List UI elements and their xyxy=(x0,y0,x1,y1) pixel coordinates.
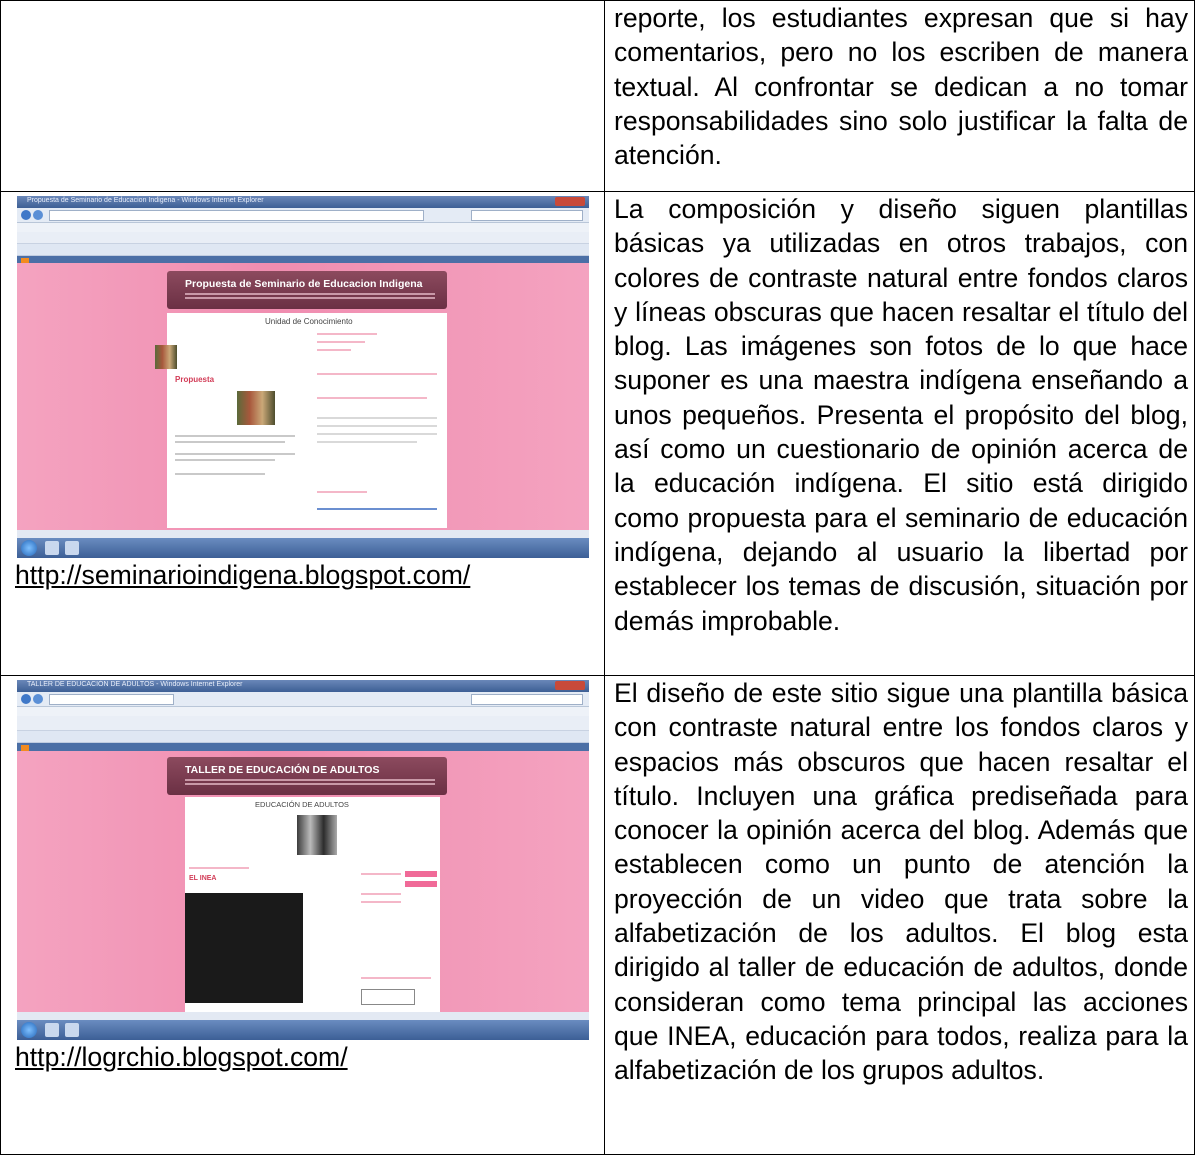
table-row: Propuesta de Seminario de Educacion Indi… xyxy=(0,191,1195,676)
blog-page: Propuesta de Seminario de Educacion Indi… xyxy=(17,263,589,530)
tab-bar xyxy=(17,244,589,256)
description-cell: reporte, los estudiantes expresan que si… xyxy=(604,0,1195,192)
poll-box xyxy=(361,989,415,1005)
status-bar xyxy=(17,530,589,538)
blog-content: Unidad de Conocimiento Propuesta xyxy=(167,313,447,528)
menu-bar xyxy=(17,223,589,232)
adults-photo xyxy=(297,815,337,855)
description-text: La composición y diseño siguen plantilla… xyxy=(614,194,1188,636)
window-title: Propuesta de Seminario de Educacion Indi… xyxy=(27,197,264,204)
taskbar-explorer-icon xyxy=(65,1023,79,1037)
window-controls-icon xyxy=(555,681,585,690)
screenshot-cell: Propuesta de Seminario de Educacion Indi… xyxy=(0,191,605,676)
empty-cell xyxy=(0,0,605,192)
forward-icon xyxy=(33,694,43,704)
back-icon xyxy=(21,694,31,704)
description-cell: La composición y diseño siguen plantilla… xyxy=(604,191,1195,676)
tab-bar xyxy=(17,731,589,743)
blog-url-link[interactable]: http://logrchio.blogspot.com/ xyxy=(1,1040,604,1074)
address-bar xyxy=(17,208,589,223)
description-text: El diseño de este sitio sigue una planti… xyxy=(614,678,1188,1086)
blog-screenshot: Propuesta de Seminario de Educacion Indi… xyxy=(17,196,589,558)
blog-header: TALLER DE EDUCACIÓN DE ADULTOS xyxy=(167,757,447,795)
taskbar-explorer-icon xyxy=(65,541,79,555)
search-box xyxy=(471,694,583,705)
back-icon xyxy=(21,210,31,220)
blog-subtitle-lines xyxy=(185,293,435,295)
table-row: reporte, los estudiantes expresan que si… xyxy=(0,0,1195,192)
search-box xyxy=(471,210,583,221)
description-cell: El diseño de este sitio sigue una planti… xyxy=(604,675,1195,1155)
windows-taskbar xyxy=(17,538,589,558)
start-button-icon xyxy=(21,1022,37,1038)
blog-subtitle-lines xyxy=(185,779,435,781)
blog-title: Propuesta de Seminario de Educacion Indi… xyxy=(185,278,423,290)
toolbar xyxy=(17,716,589,731)
favorites-bar xyxy=(17,232,589,244)
section-title: EDUCACIÓN DE ADULTOS xyxy=(255,800,349,809)
table-row: TALLER DE EDUCACIÓN DE ADULTOS - Windows… xyxy=(0,675,1195,1155)
address-bar xyxy=(17,692,589,707)
status-bar xyxy=(17,1012,589,1020)
section-title: Unidad de Conocimiento xyxy=(265,317,353,326)
video-player[interactable] xyxy=(185,893,303,1003)
start-button-icon xyxy=(21,540,37,556)
screenshot-cell: TALLER DE EDUCACIÓN DE ADULTOS - Windows… xyxy=(0,675,605,1155)
blog-page: TALLER DE EDUCACIÓN DE ADULTOS EDUCACIÓN… xyxy=(17,751,589,1012)
url-box xyxy=(49,694,174,705)
taskbar-ie-icon xyxy=(45,1023,59,1037)
window-title: TALLER DE EDUCACIÓN DE ADULTOS - Windows… xyxy=(27,681,243,688)
url-box xyxy=(49,210,424,221)
post-title: Propuesta xyxy=(175,375,215,384)
document-table: reporte, los estudiantes expresan que si… xyxy=(0,0,1195,1155)
post-title: EL INEA xyxy=(189,875,217,882)
blog-header: Propuesta de Seminario de Educacion Indi… xyxy=(167,271,447,309)
side-photo xyxy=(155,345,177,369)
blog-title: TALLER DE EDUCACIÓN DE ADULTOS xyxy=(185,764,380,776)
blog-content: EDUCACIÓN DE ADULTOS EL INEA xyxy=(185,797,440,1012)
taskbar-ie-icon xyxy=(45,541,59,555)
blog-url-link[interactable]: http://seminarioindigena.blogspot.com/ xyxy=(1,558,604,592)
forward-icon xyxy=(33,210,43,220)
window-controls-icon xyxy=(555,197,585,206)
windows-taskbar xyxy=(17,1020,589,1040)
description-text: reporte, los estudiantes expresan que si… xyxy=(614,3,1188,171)
blog-screenshot: TALLER DE EDUCACIÓN DE ADULTOS - Windows… xyxy=(17,680,589,1040)
window-titlebar: TALLER DE EDUCACIÓN DE ADULTOS - Windows… xyxy=(17,680,589,692)
teacher-photo xyxy=(237,391,275,425)
window-titlebar: Propuesta de Seminario de Educacion Indi… xyxy=(17,196,589,208)
menu-bar xyxy=(17,707,589,716)
